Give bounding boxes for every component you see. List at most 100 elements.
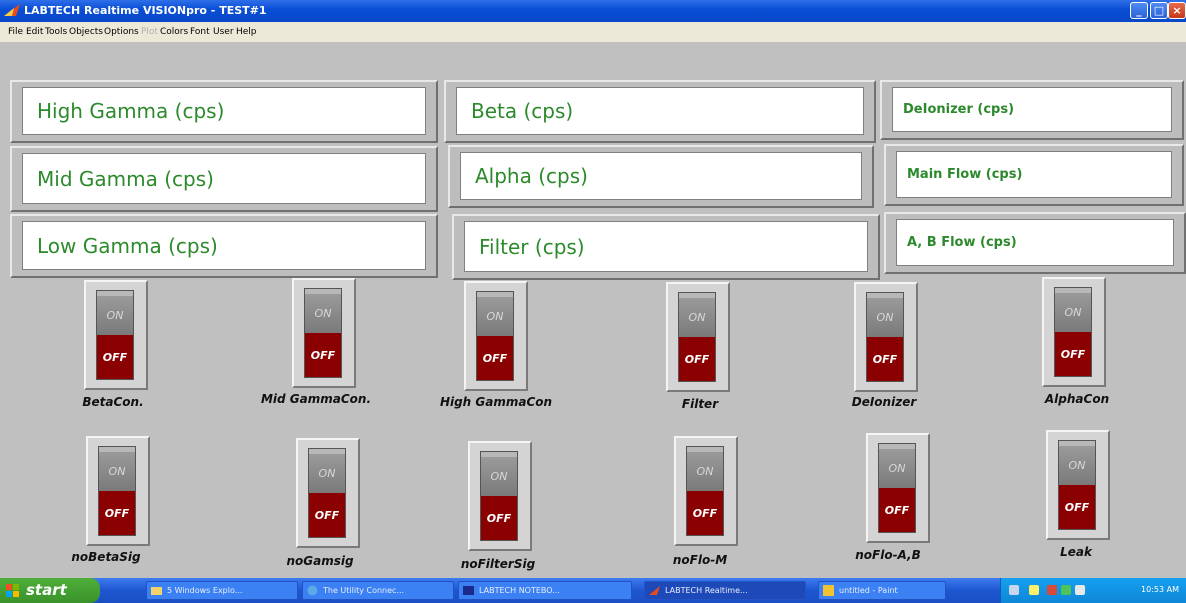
switch-on-segment[interactable]: ON bbox=[879, 444, 915, 488]
noflo-ab-label: noFlo-A,B bbox=[855, 548, 921, 562]
network-icon[interactable] bbox=[1009, 585, 1019, 595]
switch-off-segment[interactable]: OFF bbox=[477, 336, 513, 380]
taskbar-item-explorer[interactable]: 5 Windows Explo... bbox=[146, 581, 298, 600]
start-label: start bbox=[26, 581, 67, 599]
switch-on-segment[interactable]: ON bbox=[305, 289, 341, 333]
mid-gammacon-label: Mid GammaCon. bbox=[260, 392, 372, 406]
leak-switch[interactable]: ON OFF bbox=[1046, 430, 1110, 540]
windows-logo-icon bbox=[6, 584, 19, 597]
switch-track: ON OFF bbox=[678, 292, 716, 382]
switch-track: ON OFF bbox=[878, 443, 916, 533]
main-flow-display: Main Flow (cps) bbox=[896, 151, 1172, 198]
switch-on-segment[interactable]: ON bbox=[1059, 441, 1095, 485]
title-bar: LABTECH Realtime VISIONpro - TEST#1 _ □ … bbox=[0, 0, 1186, 22]
menu-file[interactable]: File bbox=[8, 27, 23, 37]
switch-off-segment[interactable]: OFF bbox=[309, 493, 345, 537]
ab-flow-panel: A, B Flow (cps) bbox=[884, 212, 1186, 274]
high-gamma-panel: High Gamma (cps) bbox=[10, 80, 438, 143]
taskbar-item-label: The Utility Connec... bbox=[323, 586, 405, 595]
switch-on-segment[interactable]: ON bbox=[687, 447, 723, 491]
nobetasig-switch[interactable]: ON OFF bbox=[86, 436, 150, 546]
betacon-switch[interactable]: ON OFF bbox=[84, 280, 148, 390]
switch-on-segment[interactable]: ON bbox=[97, 291, 133, 335]
filter-label: Filter bbox=[681, 397, 719, 411]
maximize-button[interactable]: □ bbox=[1150, 2, 1168, 19]
taskbar-item-notebook[interactable]: LABTECH NOTEBO... bbox=[458, 581, 632, 600]
menu-bar: File Edit Tools Objects Options Plot Col… bbox=[0, 22, 1186, 42]
menu-user[interactable]: User bbox=[213, 27, 234, 37]
switch-on-segment[interactable]: ON bbox=[99, 447, 135, 491]
switch-off-segment[interactable]: OFF bbox=[481, 496, 517, 540]
menu-tools[interactable]: Tools bbox=[45, 27, 67, 37]
start-button[interactable]: start bbox=[0, 578, 100, 603]
security-icon[interactable] bbox=[1075, 585, 1085, 595]
menu-font[interactable]: Font bbox=[190, 27, 210, 37]
switch-off-segment[interactable]: OFF bbox=[1055, 332, 1091, 376]
alphacon-label: AlphaCon bbox=[1044, 392, 1110, 406]
nofiltersig-switch[interactable]: ON OFF bbox=[468, 441, 532, 551]
low-gamma-panel: Low Gamma (cps) bbox=[10, 214, 438, 278]
deionizer-switch[interactable]: ON OFF bbox=[854, 282, 918, 392]
ie-icon bbox=[307, 585, 318, 596]
noflo-ab-switch[interactable]: ON OFF bbox=[866, 433, 930, 543]
switch-on-segment[interactable]: ON bbox=[309, 449, 345, 493]
switch-track: ON OFF bbox=[304, 288, 342, 378]
noflo-m-label: noFlo-M bbox=[672, 553, 728, 567]
mid-gammacon-switch[interactable]: ON OFF bbox=[292, 278, 356, 388]
switch-off-segment[interactable]: OFF bbox=[99, 491, 135, 535]
beta-display: Beta (cps) bbox=[456, 87, 864, 135]
menu-colors[interactable]: Colors bbox=[160, 27, 188, 37]
mid-gamma-panel: Mid Gamma (cps) bbox=[10, 146, 438, 212]
switch-off-segment[interactable]: OFF bbox=[879, 488, 915, 532]
main-flow-panel: Main Flow (cps) bbox=[884, 144, 1184, 206]
taskbar-item-utility[interactable]: The Utility Connec... bbox=[302, 581, 454, 600]
switch-track: ON OFF bbox=[98, 446, 136, 536]
switch-off-segment[interactable]: OFF bbox=[687, 491, 723, 535]
tray-app-icon[interactable] bbox=[1061, 585, 1071, 595]
noflo-m-switch[interactable]: ON OFF bbox=[674, 436, 738, 546]
switch-off-segment[interactable]: OFF bbox=[1059, 485, 1095, 529]
alpha-panel: Alpha (cps) bbox=[448, 145, 874, 208]
high-gammacon-switch[interactable]: ON OFF bbox=[464, 281, 528, 391]
notebook-icon bbox=[463, 586, 474, 595]
filter-switch[interactable]: ON OFF bbox=[666, 282, 730, 392]
switch-on-segment[interactable]: ON bbox=[867, 293, 903, 337]
window-title: LABTECH Realtime VISIONpro - TEST#1 bbox=[24, 4, 267, 17]
minimize-button[interactable]: _ bbox=[1130, 2, 1148, 19]
mid-gamma-display: Mid Gamma (cps) bbox=[22, 153, 426, 204]
taskbar-item-paint[interactable]: untitled - Paint bbox=[818, 581, 946, 600]
menu-edit[interactable]: Edit bbox=[26, 27, 43, 37]
filter-panel: Filter (cps) bbox=[452, 214, 880, 280]
taskbar-item-realtime[interactable]: LABTECH Realtime... bbox=[644, 581, 806, 600]
menu-help[interactable]: Help bbox=[236, 27, 257, 37]
taskbar-item-label: LABTECH Realtime... bbox=[665, 586, 748, 595]
switch-off-segment[interactable]: OFF bbox=[305, 333, 341, 377]
switch-track: ON OFF bbox=[686, 446, 724, 536]
menu-objects[interactable]: Objects bbox=[69, 27, 103, 37]
alphacon-switch[interactable]: ON OFF bbox=[1042, 277, 1106, 387]
taskbar: start 5 Windows Explo... The Utility Con… bbox=[0, 578, 1186, 603]
deionizer-label: DeIonizer bbox=[851, 395, 917, 409]
menu-plot[interactable]: Plot bbox=[141, 27, 158, 37]
notification-icon[interactable] bbox=[1029, 585, 1039, 595]
switch-track: ON OFF bbox=[480, 451, 518, 541]
nogamsig-switch[interactable]: ON OFF bbox=[296, 438, 360, 548]
close-button[interactable]: × bbox=[1168, 2, 1186, 19]
betacon-label: BetaCon. bbox=[82, 395, 144, 409]
system-tray: 10:53 AM bbox=[1000, 578, 1186, 603]
menu-options[interactable]: Options bbox=[104, 27, 139, 37]
switch-off-segment[interactable]: OFF bbox=[97, 335, 133, 379]
taskbar-item-label: 5 Windows Explo... bbox=[167, 586, 243, 595]
nobetasig-label: noBetaSig bbox=[71, 550, 141, 564]
switch-on-segment[interactable]: ON bbox=[679, 293, 715, 337]
beta-panel: Beta (cps) bbox=[444, 80, 876, 143]
deionizer-display: DeIonizer (cps) bbox=[892, 87, 1172, 132]
switch-off-segment[interactable]: OFF bbox=[867, 337, 903, 381]
volume-icon[interactable] bbox=[1047, 585, 1057, 595]
switch-on-segment[interactable]: ON bbox=[1055, 288, 1091, 332]
switch-on-segment[interactable]: ON bbox=[481, 452, 517, 496]
switch-off-segment[interactable]: OFF bbox=[679, 337, 715, 381]
deionizer-panel: DeIonizer (cps) bbox=[880, 80, 1184, 140]
switch-on-segment[interactable]: ON bbox=[477, 292, 513, 336]
low-gamma-display: Low Gamma (cps) bbox=[22, 221, 426, 270]
